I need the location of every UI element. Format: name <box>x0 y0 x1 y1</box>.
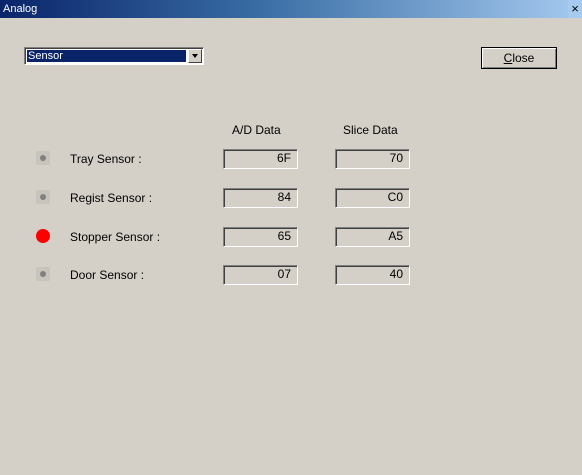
tray-sensor-slice-value: 70 <box>335 149 410 169</box>
window-title: Analog <box>3 3 38 15</box>
slice-data-header: Slice Data <box>343 123 398 137</box>
tray-sensor-label: Tray Sensor : <box>70 152 142 166</box>
stopper-sensor-indicator-icon <box>36 229 50 243</box>
regist-sensor-indicator-icon <box>36 190 50 204</box>
regist-sensor-slice-value: C0 <box>335 188 410 208</box>
door-sensor-slice-value: 40 <box>335 265 410 285</box>
door-sensor-label: Door Sensor : <box>70 268 145 282</box>
title-bar[interactable]: Analog × <box>0 0 582 18</box>
indicator-dot <box>40 155 46 161</box>
indicator-dot <box>40 194 46 200</box>
analog-window: Analog × Sensor Close A/D Data Slice Dat… <box>0 0 582 475</box>
regist-sensor-ad-value: 84 <box>223 188 298 208</box>
stopper-sensor-ad-value: 65 <box>223 227 298 247</box>
close-button-label: lose <box>512 51 535 65</box>
tray-sensor-indicator-icon <box>36 151 50 165</box>
indicator-dot <box>36 229 50 243</box>
stopper-sensor-label: Stopper Sensor : <box>70 230 161 244</box>
dropdown-selected-value: Sensor <box>27 50 186 62</box>
door-sensor-ad-value: 07 <box>223 265 298 285</box>
tray-sensor-ad-value: 6F <box>223 149 298 169</box>
door-sensor-indicator-icon <box>36 267 50 281</box>
stopper-sensor-slice-value: A5 <box>335 227 410 247</box>
dropdown-arrow-icon[interactable] <box>188 49 202 63</box>
category-dropdown[interactable]: Sensor <box>24 47 204 65</box>
close-button[interactable]: Close <box>481 47 557 69</box>
indicator-dot <box>40 271 46 277</box>
close-icon[interactable]: × <box>568 0 582 18</box>
ad-data-header: A/D Data <box>232 123 281 137</box>
regist-sensor-label: Regist Sensor : <box>70 191 153 205</box>
